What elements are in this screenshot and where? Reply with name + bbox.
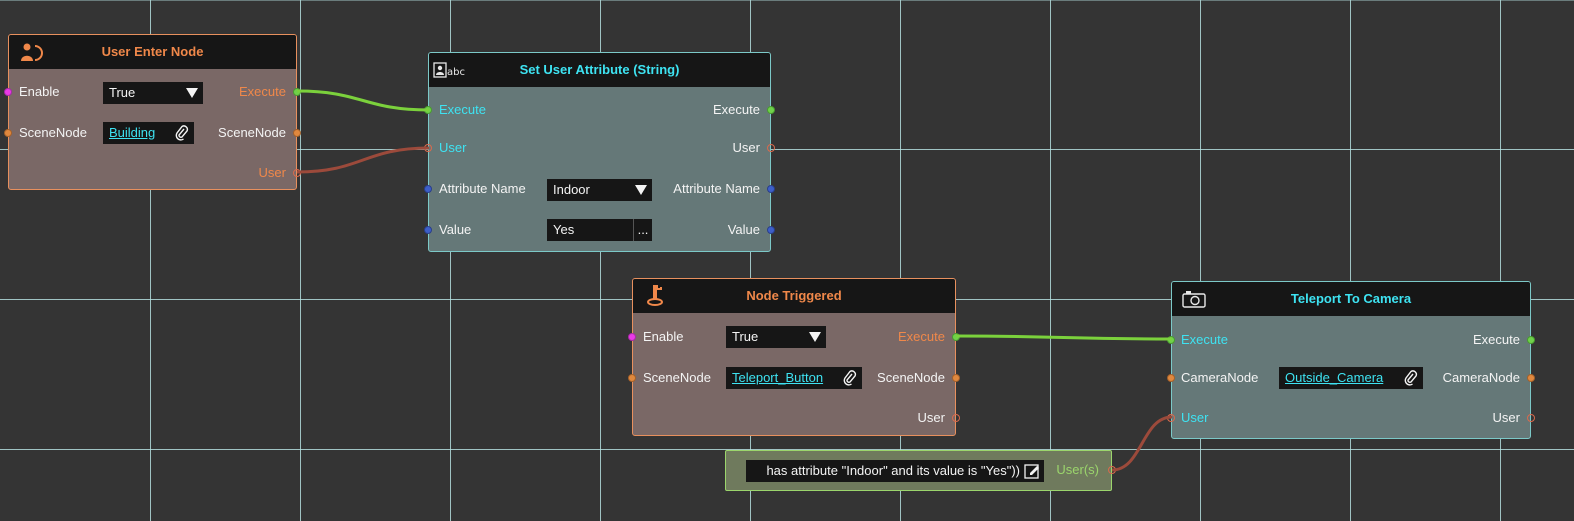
paperclip-icon[interactable] (175, 125, 189, 141)
filter-expression: has attribute "Indoor" and its value is … (766, 463, 1020, 478)
scenenode-field[interactable]: Building (103, 122, 194, 144)
user-input-pin[interactable] (424, 144, 432, 152)
execute-output-label: Execute (1473, 332, 1520, 347)
user-input-label: User (1181, 410, 1209, 425)
enable-input-pin[interactable] (4, 88, 12, 96)
execute-input-label: Execute (1181, 332, 1228, 347)
user-filter-node[interactable]: has attribute "Indoor" and its value is … (725, 450, 1116, 491)
user-input-label: User (439, 140, 467, 155)
user-output-label: User (1492, 410, 1520, 425)
execute-input-pin[interactable] (424, 106, 432, 114)
node-title: Teleport To Camera (1290, 291, 1412, 306)
paperclip-icon[interactable] (843, 370, 857, 386)
node-title: Node Triggered (746, 288, 842, 303)
scenenode-field[interactable]: Teleport_Button (726, 367, 862, 389)
more-options-button[interactable]: ... (633, 219, 652, 241)
scenenode-input-label: SceneNode (643, 370, 711, 385)
users-output-pin[interactable] (1108, 466, 1116, 474)
scenenode-input-label: SceneNode (19, 125, 87, 140)
set-user-attribute-node[interactable]: abc Set User Attribute (String) Execute … (424, 52, 775, 252)
user-output-pin[interactable] (1527, 414, 1535, 422)
user-output-label: User (917, 410, 945, 425)
teleport-to-camera-node[interactable]: Teleport To Camera Execute Execute Camer… (1167, 281, 1535, 439)
enable-label: Enable (19, 84, 60, 99)
scenenode-input-pin[interactable] (628, 374, 636, 382)
execute-input-pin[interactable] (1167, 336, 1175, 344)
edit-icon[interactable] (1024, 463, 1040, 479)
attribute-name-dropdown[interactable]: Indoor (547, 179, 652, 201)
cameranode-input-pin[interactable] (1167, 374, 1175, 382)
attribute-name-output-pin[interactable] (767, 185, 775, 193)
filter-expression-field[interactable]: has attribute "Indoor" and its value is … (746, 460, 1044, 482)
execute-output-pin[interactable] (952, 333, 960, 341)
execute-output-label: Execute (898, 329, 945, 344)
scenenode-output-pin[interactable] (293, 129, 301, 137)
paperclip-icon[interactable] (1404, 370, 1418, 386)
cameranode-field[interactable]: Outside_Camera (1279, 367, 1423, 389)
scenenode-input-pin[interactable] (4, 129, 12, 137)
user-enter-node[interactable]: User Enter Node Enable True Execute Scen… (4, 34, 301, 190)
value-field[interactable]: Yes ... (547, 219, 652, 241)
chevron-down-icon (635, 185, 647, 195)
cameranode-link[interactable]: Outside_Camera (1285, 370, 1383, 385)
user-output-pin[interactable] (767, 144, 775, 152)
node-triggered-node[interactable]: Node Triggered Enable True Execute Scene… (628, 278, 960, 436)
attribute-name-label: Attribute Name (439, 181, 526, 196)
attribute-name-output-label: Attribute Name (673, 181, 760, 196)
users-output-label: User(s) (1056, 462, 1099, 477)
value-text: Yes (553, 222, 575, 237)
scenenode-output-label: SceneNode (877, 370, 945, 385)
user-output-label: User (732, 140, 760, 155)
chevron-down-icon (186, 88, 198, 98)
value-label: Value (439, 222, 472, 237)
execute-output-label: Execute (713, 102, 760, 117)
scenenode-output-label: SceneNode (218, 125, 286, 140)
attribute-name-value: Indoor (553, 182, 590, 197)
cameranode-input-label: CameraNode (1181, 370, 1259, 385)
cameranode-output-label: CameraNode (1442, 370, 1520, 385)
user-output-label: User (258, 165, 286, 180)
value-output-label: Value (727, 222, 760, 237)
node-title: User Enter Node (101, 44, 204, 59)
scenenode-link[interactable]: Building (109, 125, 155, 140)
execute-input-label: Execute (439, 102, 486, 117)
user-output-pin[interactable] (952, 414, 960, 422)
user-input-pin[interactable] (1167, 414, 1175, 422)
enable-value: True (109, 85, 136, 100)
enable-value: True (732, 329, 759, 344)
value-output-pin[interactable] (767, 226, 775, 234)
value-input-pin[interactable] (424, 226, 432, 234)
enable-input-pin[interactable] (628, 333, 636, 341)
execute-output-pin[interactable] (767, 106, 775, 114)
enable-dropdown[interactable]: True (103, 82, 203, 104)
attribute-name-input-pin[interactable] (424, 185, 432, 193)
enable-dropdown[interactable]: True (726, 326, 826, 348)
node-title: Set User Attribute (String) (519, 62, 680, 77)
execute-output-pin[interactable] (293, 88, 301, 96)
scenenode-link[interactable]: Teleport_Button (732, 370, 823, 385)
cameranode-output-pin[interactable] (1527, 374, 1535, 382)
scenenode-output-pin[interactable] (952, 374, 960, 382)
user-output-pin[interactable] (293, 169, 301, 177)
execute-output-pin[interactable] (1527, 336, 1535, 344)
execute-output-label: Execute (239, 84, 286, 99)
chevron-down-icon (809, 332, 821, 342)
enable-label: Enable (643, 329, 684, 344)
